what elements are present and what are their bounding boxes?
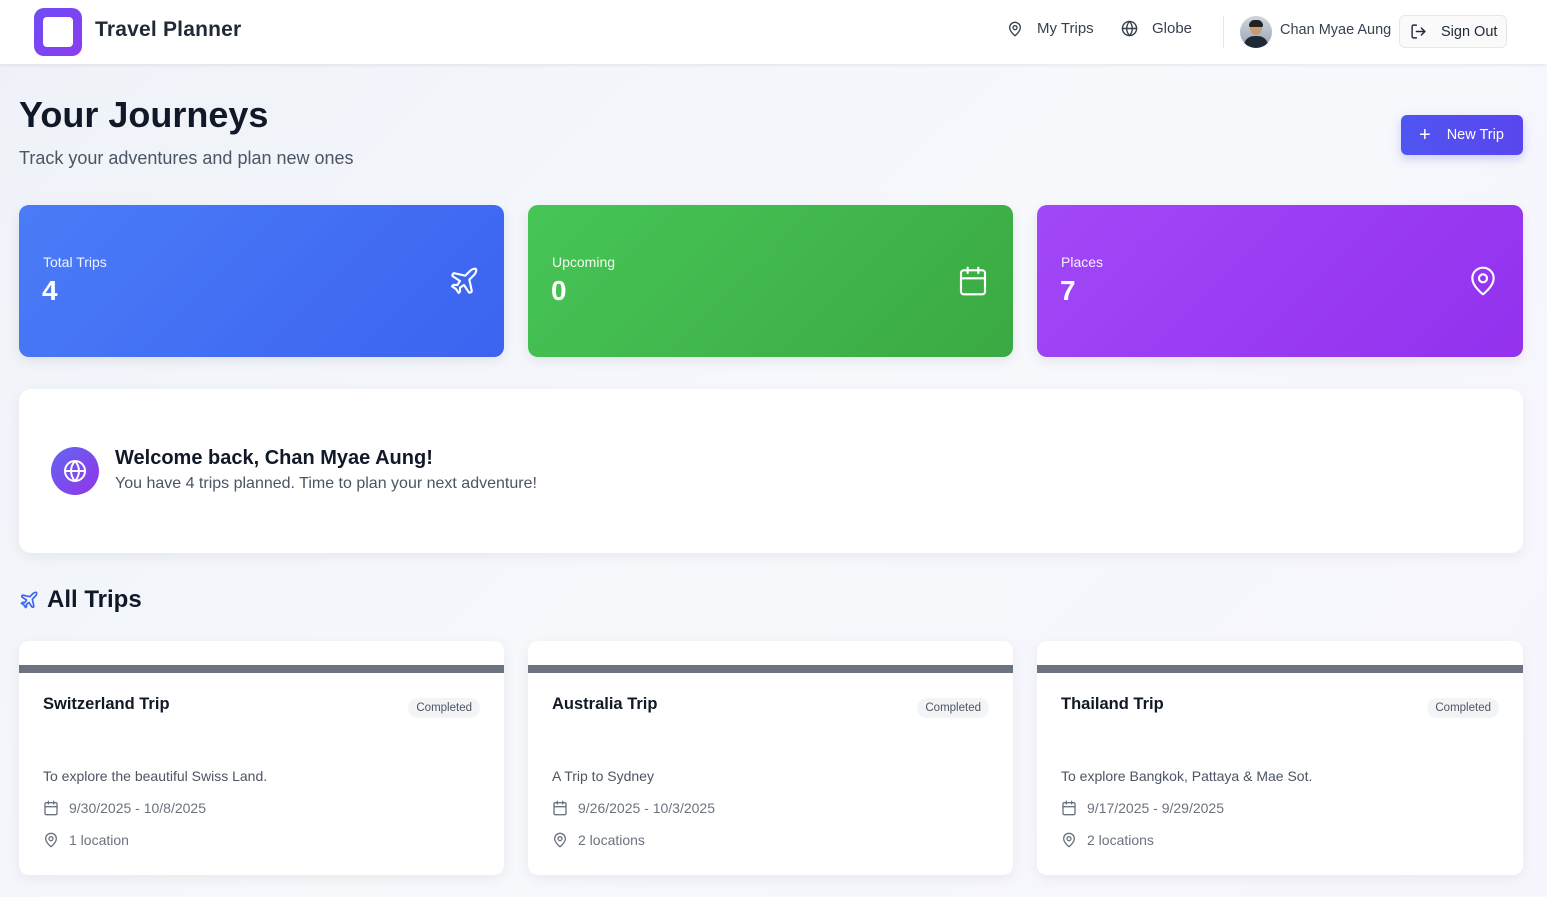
avatar[interactable] xyxy=(1240,16,1272,48)
plus-icon: + xyxy=(1419,124,1431,146)
status-badge: Completed xyxy=(408,698,480,718)
welcome-card: Welcome back, Chan Myae Aung! You have 4… xyxy=(19,389,1523,553)
nav-my-trips-label: My Trips xyxy=(1037,20,1094,37)
new-trip-label: New Trip xyxy=(1446,127,1504,143)
stat-card-total-trips: Total Trips 4 xyxy=(19,205,504,357)
section-title: All Trips xyxy=(19,586,142,614)
trip-title: Australia Trip xyxy=(552,695,658,713)
stat-card-upcoming: Upcoming 0 xyxy=(528,205,1013,357)
log-out-icon xyxy=(1411,24,1426,39)
logo-square-icon xyxy=(43,17,73,47)
map-pin-icon xyxy=(1471,266,1495,296)
nav-my-trips[interactable]: My Trips xyxy=(1007,20,1094,37)
stat-card-places: Places 7 xyxy=(1037,205,1523,357)
calendar-icon xyxy=(44,800,58,816)
trip-locations: 1 location xyxy=(43,832,129,848)
trip-title: Thailand Trip xyxy=(1061,695,1164,713)
app-logo[interactable] xyxy=(34,8,82,56)
new-trip-button[interactable]: + New Trip xyxy=(1401,115,1523,155)
calendar-icon xyxy=(553,800,567,816)
brand-name[interactable]: Travel Planner xyxy=(95,18,241,42)
trip-description: To explore the beautiful Swiss Land. xyxy=(43,768,268,784)
stat-value: 0 xyxy=(551,275,567,306)
trip-card[interactable]: Australia Trip Completed A Trip to Sydne… xyxy=(528,641,1013,875)
calendar-icon xyxy=(1062,800,1076,816)
stat-label: Total Trips xyxy=(43,254,107,270)
trip-description: A Trip to Sydney xyxy=(552,768,654,784)
stat-label: Places xyxy=(1061,254,1104,270)
globe-icon xyxy=(1121,20,1138,37)
trip-dates: 9/17/2025 - 9/29/2025 xyxy=(1061,800,1224,816)
trip-dates-text: 9/26/2025 - 10/3/2025 xyxy=(578,800,716,816)
trip-locations-text: 2 locations xyxy=(578,832,645,848)
map-pin-icon xyxy=(554,832,566,848)
nav-globe[interactable]: Globe xyxy=(1121,20,1192,37)
trip-locations: 2 locations xyxy=(1061,832,1154,848)
welcome-title: Welcome back, Chan Myae Aung! xyxy=(115,447,433,469)
nav-globe-label: Globe xyxy=(1152,20,1193,37)
stat-value: 7 xyxy=(1060,275,1076,306)
plane-icon xyxy=(20,591,38,609)
trip-locations: 2 locations xyxy=(552,832,645,848)
trip-title: Switzerland Trip xyxy=(43,695,170,713)
section-title-label: All Trips xyxy=(47,586,142,613)
globe-icon xyxy=(64,460,86,482)
stat-label: Upcoming xyxy=(552,254,616,270)
status-badge: Completed xyxy=(1427,698,1499,718)
sign-out-label: Sign Out xyxy=(1441,23,1498,40)
status-badge: Completed xyxy=(917,698,989,718)
trip-locations-text: 2 locations xyxy=(1087,832,1154,848)
trip-dates: 9/30/2025 - 10/8/2025 xyxy=(43,800,206,816)
welcome-badge xyxy=(51,447,99,495)
page-title: Your Journeys xyxy=(19,94,269,135)
top-navbar: Travel Planner My Trips Globe Chan Myae … xyxy=(0,0,1547,64)
trip-dates: 9/26/2025 - 10/3/2025 xyxy=(552,800,715,816)
plane-icon xyxy=(450,267,478,295)
sign-out-button[interactable]: Sign Out xyxy=(1399,15,1507,48)
trip-dates-text: 9/17/2025 - 9/29/2025 xyxy=(1087,800,1225,816)
map-pin-icon xyxy=(1009,21,1021,36)
trip-card-stripe xyxy=(19,665,504,673)
trip-card-stripe xyxy=(528,665,1013,673)
trip-locations-text: 1 location xyxy=(69,832,129,848)
trip-card[interactable]: Thailand Trip Completed To explore Bangk… xyxy=(1037,641,1523,875)
trip-description: To explore Bangkok, Pattaya & Mae Sot. xyxy=(1061,768,1313,784)
trip-card-stripe xyxy=(1037,665,1523,673)
user-name: Chan Myae Aung xyxy=(1280,22,1392,38)
nav-divider xyxy=(1223,16,1224,48)
welcome-text: You have 4 trips planned. Time to plan y… xyxy=(115,475,537,492)
trip-card[interactable]: Switzerland Trip Completed To explore th… xyxy=(19,641,504,875)
map-pin-icon xyxy=(45,832,57,848)
calendar-icon xyxy=(959,266,987,296)
trip-dates-text: 9/30/2025 - 10/8/2025 xyxy=(69,800,207,816)
page-subtitle: Track your adventures and plan new ones xyxy=(19,148,354,168)
stat-value: 4 xyxy=(42,275,58,306)
map-pin-icon xyxy=(1063,832,1075,848)
